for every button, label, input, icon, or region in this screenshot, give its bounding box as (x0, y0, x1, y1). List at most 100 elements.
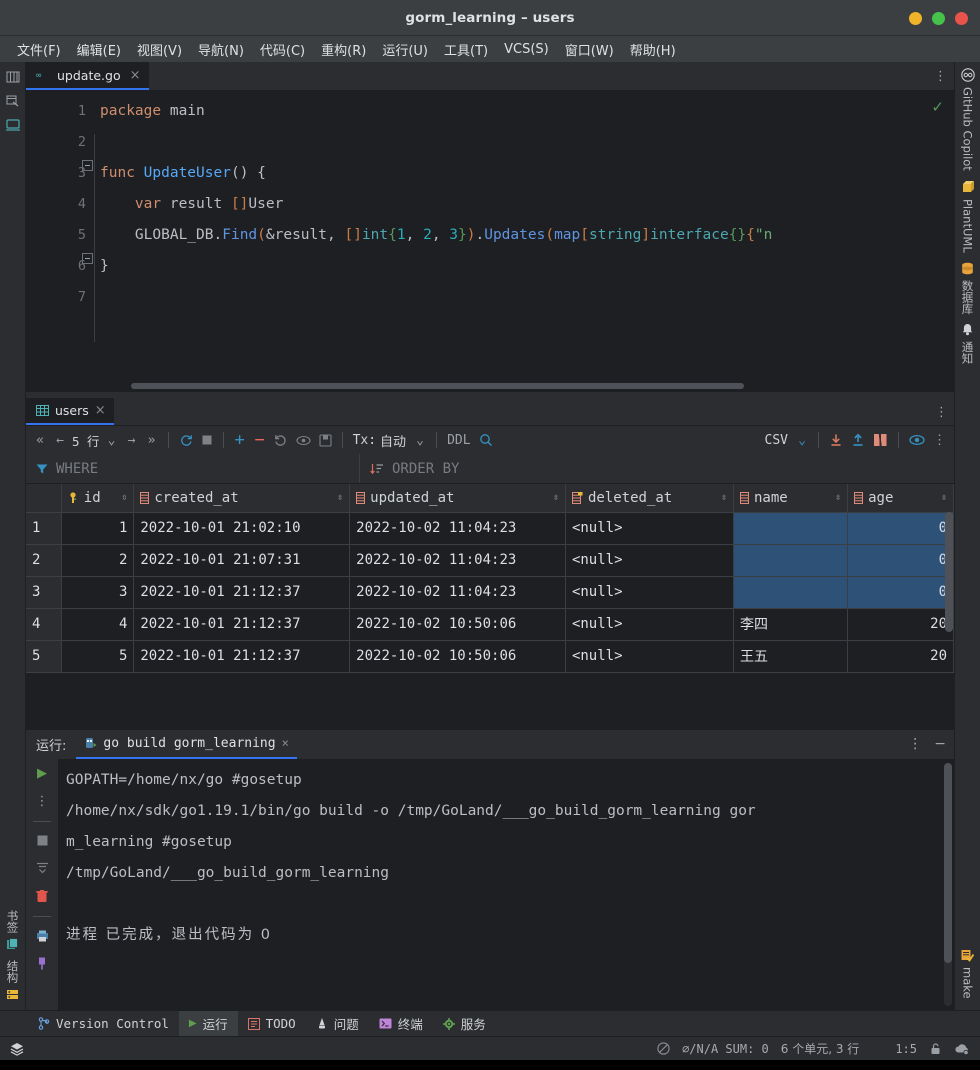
tool-window-todo[interactable]: TODO (238, 1011, 306, 1036)
export-format-label[interactable]: CSV (761, 429, 792, 451)
null-indicator-icon[interactable] (657, 1042, 670, 1055)
menu-file[interactable]: 文件(F) (10, 38, 68, 61)
run-minimize-icon[interactable]: − (934, 736, 946, 752)
pin-icon[interactable] (33, 955, 51, 973)
maximize-button[interactable] (932, 11, 945, 25)
column-header-created_at[interactable]: created_at ⇳ (133, 484, 351, 513)
database-tab-more-icon[interactable]: ⋮ (935, 398, 948, 426)
cell-updated_at[interactable]: 2022-10-02 11:04:23 (349, 512, 566, 545)
database-overflow-icon[interactable]: ⋮ (929, 429, 950, 451)
cell-created_at[interactable]: 2022-10-01 21:12:37 (133, 640, 351, 673)
tool-window-problems[interactable]: 问题 (306, 1011, 369, 1036)
left-tool-bookmarks[interactable]: 书签 (5, 904, 21, 954)
chevron-down-icon[interactable]: ⌄ (410, 429, 430, 451)
commit-icon[interactable] (4, 92, 22, 110)
cell-updated_at[interactable]: 2022-10-02 11:04:23 (349, 576, 566, 609)
cell-updated_at[interactable]: 2022-10-02 11:04:23 (349, 544, 566, 577)
revert-icon[interactable] (270, 429, 292, 451)
menu-refactor[interactable]: 重构(R) (314, 38, 373, 61)
rerun-icon[interactable]: ▶ (33, 765, 51, 783)
tx-value[interactable]: 自动 (380, 429, 410, 451)
last-page-button[interactable]: » (142, 429, 162, 451)
tool-window-run[interactable]: ▶ 运行 (178, 1011, 238, 1036)
stop-icon[interactable] (197, 429, 217, 451)
cell-deleted_at[interactable]: <null> (565, 512, 735, 545)
editor-hscrollbar-track[interactable] (26, 380, 954, 392)
reload-icon[interactable] (175, 429, 197, 451)
cell-deleted_at[interactable]: <null> (565, 608, 735, 641)
order-by-filter[interactable]: ORDER BY (360, 454, 954, 483)
cell-created_at[interactable]: 2022-10-01 21:12:37 (133, 576, 351, 609)
cell-deleted_at[interactable]: <null> (565, 544, 735, 577)
cell-age[interactable]: 0 (847, 544, 954, 577)
eye-open-icon[interactable] (905, 429, 929, 451)
row-number-cell[interactable]: 3 (26, 576, 62, 609)
database-grid[interactable]: id ⇳ created_at ⇳ updated_at ⇳ deleted_a… (26, 484, 954, 673)
table-row[interactable]: 3 3 2022-10-01 21:12:37 2022-10-02 11:04:23… (26, 576, 954, 609)
project-icon[interactable] (4, 68, 22, 86)
run-configuration-tab[interactable]: go build gorm_learning × (76, 729, 297, 759)
database-tab-users[interactable]: users × (26, 398, 114, 425)
cell-name[interactable]: 王五 (733, 640, 849, 673)
sort-toggle-icon[interactable]: ⇳ (553, 492, 559, 503)
right-tool-notifications[interactable]: 通知 (960, 317, 976, 367)
menu-view[interactable]: 视图(V) (130, 38, 189, 61)
cell-created_at[interactable]: 2022-10-01 21:02:10 (133, 512, 351, 545)
ddl-button[interactable]: DDL (443, 429, 474, 451)
close-icon[interactable]: × (127, 68, 141, 83)
menu-help[interactable]: 帮助(H) (623, 38, 683, 61)
row-number-cell[interactable]: 4 (26, 608, 62, 641)
table-row[interactable]: 1 1 2022-10-01 21:02:10 2022-10-02 11:04:23… (26, 512, 954, 545)
cell-id[interactable]: 1 (61, 512, 135, 545)
compare-icon[interactable] (869, 429, 892, 451)
table-row[interactable]: 5 5 2022-10-01 21:12:37 2022-10-02 10:50:06… (26, 640, 954, 673)
add-row-button[interactable]: + (230, 429, 250, 451)
menu-run[interactable]: 运行(U) (375, 38, 435, 61)
row-number-cell[interactable]: 2 (26, 544, 62, 577)
cell-age[interactable]: 0 (847, 512, 954, 545)
right-tool-make[interactable]: make (961, 943, 975, 1002)
layers-icon[interactable] (10, 1042, 24, 1056)
inspection-ok-icon[interactable]: ✓ (931, 98, 944, 116)
cell-deleted_at[interactable]: <null> (565, 640, 735, 673)
editor-tab-update-go[interactable]: ∞ update.go × (26, 62, 149, 90)
first-page-button[interactable]: « (30, 429, 50, 451)
tool-window-terminal[interactable]: 终端 (369, 1011, 433, 1036)
right-tool-plantuml[interactable]: PlantUML (961, 174, 975, 256)
save-icon[interactable] (315, 429, 336, 451)
scroll-end-icon[interactable] (33, 860, 51, 878)
delete-row-button[interactable]: − (250, 429, 270, 451)
menu-tools[interactable]: 工具(T) (437, 38, 495, 61)
console-vscrollbar-track[interactable] (944, 762, 952, 1006)
console-output[interactable]: GOPATH=/home/nx/go #gosetup/home/nx/sdk/… (58, 758, 954, 1010)
cell-age[interactable]: 20 (847, 640, 954, 673)
menu-navigate[interactable]: 导航(N) (191, 38, 251, 61)
stop-icon[interactable] (33, 832, 51, 850)
close-icon[interactable]: × (282, 736, 289, 750)
chevron-down-icon[interactable]: ⌄ (102, 429, 122, 451)
prev-page-button[interactable]: ← (50, 429, 70, 451)
tool-window-services[interactable]: 服务 (433, 1011, 496, 1036)
column-header-age[interactable]: age ⇳ (847, 484, 954, 513)
close-button[interactable] (955, 11, 968, 25)
grid-vscrollbar-track[interactable] (944, 512, 954, 673)
terminal-rail-icon[interactable] (4, 116, 22, 134)
sort-toggle-icon[interactable]: ⇳ (121, 492, 127, 503)
table-row[interactable]: 4 4 2022-10-01 21:12:37 2022-10-02 10:50:06… (26, 608, 954, 641)
sort-toggle-icon[interactable]: ⇳ (721, 492, 727, 503)
menu-vcs[interactable]: VCS(S) (497, 40, 556, 59)
menu-window[interactable]: 窗口(W) (558, 38, 621, 61)
cell-age[interactable]: 0 (847, 576, 954, 609)
more-icon[interactable]: ⋮ (33, 793, 51, 811)
menu-edit[interactable]: 编辑(E) (70, 38, 128, 61)
lock-icon[interactable] (929, 1042, 942, 1055)
right-tool-copilot[interactable]: GitHub Copilot (961, 62, 975, 174)
upload-icon[interactable] (847, 429, 869, 451)
sort-toggle-icon[interactable]: ⇳ (337, 492, 343, 503)
cell-id[interactable]: 4 (61, 608, 135, 641)
run-options-icon[interactable]: ⋮ (908, 736, 922, 752)
fold-close-icon[interactable] (82, 253, 93, 264)
code-lines[interactable]: package main func UpdateUser() { var resu… (94, 90, 954, 380)
aggregate-stats[interactable]: ∅/N/A SUM: 0 (682, 1042, 769, 1056)
editor-tab-more-icon[interactable]: ⋮ (934, 62, 948, 90)
